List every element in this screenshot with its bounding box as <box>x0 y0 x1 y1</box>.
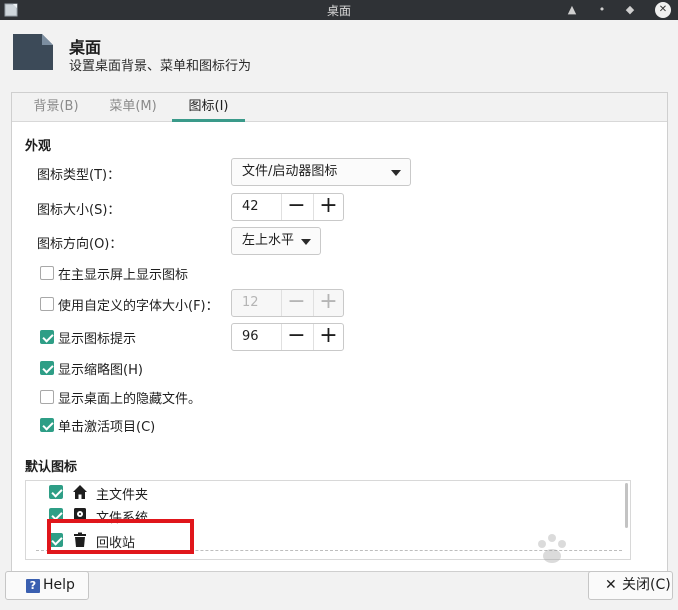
appearance-section-title: 外观 <box>25 139 52 154</box>
show-thumbnails-checkbox[interactable] <box>40 361 54 375</box>
custom-font-checkbox[interactable] <box>40 297 54 311</box>
show-thumbnails-label: 显示缩略图(H) <box>58 363 143 378</box>
tab-background[interactable]: 背景(B) <box>24 93 88 122</box>
dropdown-arrow-icon <box>391 170 401 176</box>
desktop-icon <box>13 34 53 70</box>
list-item[interactable]: 主文件夹 <box>26 481 616 503</box>
decrement-button[interactable]: − <box>281 324 311 350</box>
minimize-button[interactable]: • <box>591 0 613 20</box>
icon-size-spinner[interactable]: 42 − + <box>231 193 344 221</box>
show-on-primary-checkbox[interactable] <box>40 266 54 280</box>
close-label: 关闭(C) <box>622 577 671 593</box>
close-icon: ✕ <box>605 577 617 593</box>
icon-type-value: 文件/启动器图标 <box>242 164 338 179</box>
help-label: Help <box>43 577 75 593</box>
icon-orientation-label: 图标方向(O)： <box>37 237 123 252</box>
icon-orientation-select[interactable]: 左上水平 <box>231 227 321 255</box>
show-tooltips-label: 显示图标提示 <box>58 332 137 347</box>
show-on-primary-label: 在主显示屏上显示图标 <box>58 268 189 283</box>
show-hidden-label: 显示桌面上的隐藏文件。 <box>58 392 202 407</box>
icon-type-label: 图标类型(T)： <box>37 168 121 183</box>
maximize-button[interactable]: ◆ <box>619 0 641 20</box>
annotation-highlight-box <box>47 519 194 554</box>
tab-menus[interactable]: 菜单(M) <box>98 93 168 122</box>
tooltip-size-value[interactable]: 96 <box>242 324 259 350</box>
home-checkbox[interactable] <box>49 485 63 499</box>
increment-button: + <box>313 290 343 316</box>
watermark-logo <box>538 534 566 563</box>
tab-icons[interactable]: 图标(I) <box>172 93 245 122</box>
dropdown-arrow-icon <box>301 239 311 245</box>
home-label: 主文件夹 <box>96 488 149 503</box>
single-click-label: 单击激活项目(C) <box>58 420 156 435</box>
increment-button[interactable]: + <box>313 194 343 220</box>
help-button[interactable]: ? Help <box>5 571 89 600</box>
font-size-value: 12 <box>242 295 259 310</box>
custom-font-label: 使用自定义的字体大小(F)： <box>58 299 219 314</box>
font-size-spinner: 12 − + <box>231 289 344 317</box>
icon-type-select[interactable]: 文件/启动器图标 <box>231 158 411 186</box>
default-icons-section-title: 默认图标 <box>25 460 78 475</box>
show-hidden-checkbox[interactable] <box>40 390 54 404</box>
dialog-header: 桌面 设置桌面背景、菜单和图标行为 <box>0 20 678 88</box>
help-icon: ? <box>26 579 40 593</box>
header-subtitle: 设置桌面背景、菜单和图标行为 <box>69 59 252 74</box>
single-click-checkbox[interactable] <box>40 418 54 432</box>
title-bar: 桌面 ▲ • ◆ ✕ <box>0 0 678 20</box>
home-icon <box>73 485 87 499</box>
decrement-button: − <box>281 290 311 316</box>
tab-bar: 背景(B) 菜单(M) 图标(I) <box>12 93 667 122</box>
increment-button[interactable]: + <box>313 324 343 350</box>
list-scrollbar[interactable] <box>625 483 628 528</box>
tooltip-size-spinner[interactable]: 96 − + <box>231 323 344 351</box>
icon-orientation-value: 左上水平 <box>242 233 295 248</box>
window-close-button[interactable]: ✕ <box>655 2 671 18</box>
shade-button[interactable]: ▲ <box>561 0 583 20</box>
icon-size-label: 图标大小(S)： <box>37 203 121 218</box>
decrement-button[interactable]: − <box>281 194 311 220</box>
show-tooltips-checkbox[interactable] <box>40 330 54 344</box>
icon-size-value[interactable]: 42 <box>242 194 259 220</box>
